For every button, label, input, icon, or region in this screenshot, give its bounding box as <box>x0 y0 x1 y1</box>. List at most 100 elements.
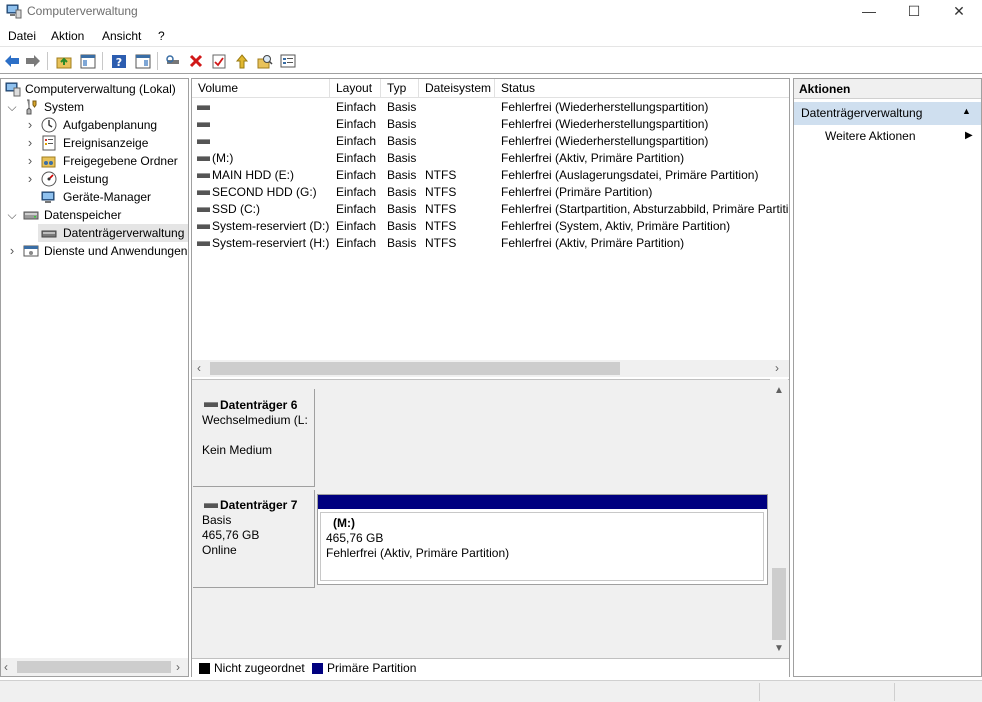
volume-row[interactable]: MAIN HDD (E:) Einfach Basis NTFS Fehlerfrei … <box>192 167 789 184</box>
tree-item[interactable]: › Leistung <box>1 170 188 188</box>
chevron-right-icon[interactable]: › <box>25 170 35 188</box>
collapse-up-arrow-icon[interactable]: ▲ <box>962 106 971 116</box>
tree-item[interactable]: Computerverwaltung (Lokal) <box>1 80 188 98</box>
volume-row[interactable]: Einfach Basis Fehlerfrei (Wiederherstellun… <box>192 116 789 133</box>
search-folder-icon[interactable] <box>255 51 275 71</box>
chevron-right-icon[interactable]: › <box>7 242 17 260</box>
scroll-right-arrow-icon[interactable]: › <box>176 660 180 674</box>
volume-row[interactable]: System-reserviert (H:) Einfach Basis NTFS Fe… <box>192 235 789 252</box>
disk-6-label-box[interactable]: Datenträger 6 Wechselmedium (L: Kein Med… <box>193 389 315 487</box>
delete-icon[interactable] <box>186 51 206 71</box>
volume-cell-typ: Basis <box>387 202 417 216</box>
actions-section-header[interactable]: Datenträgerverwaltung ▲ <box>794 102 981 125</box>
up-folder-icon[interactable] <box>54 51 74 71</box>
close-button[interactable]: ✕ <box>936 0 982 24</box>
scroll-left-arrow-icon[interactable]: ‹ <box>4 660 8 674</box>
volume-cell-layout: Einfach <box>336 117 377 131</box>
volume-cell-fs: NTFS <box>425 219 457 233</box>
volume-cell-layout: Einfach <box>336 185 377 199</box>
tree-item[interactable]: › Dienste und Anwendungen <box>1 242 188 260</box>
view-details-icon[interactable] <box>278 51 298 71</box>
tree-item-label: Ereignisanzeige <box>63 136 149 150</box>
tree-item-label: Freigegebene Ordner <box>63 154 178 168</box>
tree-item[interactable]: › Aufgabenplanung <box>1 116 188 134</box>
disk-7-label-box[interactable]: Datenträger 7 Basis 465,76 GB Online <box>193 490 315 588</box>
menu-datei[interactable]: Datei <box>8 28 36 44</box>
forward-arrow-icon[interactable] <box>23 51 43 71</box>
chevron-right-icon[interactable]: › <box>25 116 35 134</box>
tree-horizontal-scrollbar[interactable]: ‹ › <box>1 658 188 676</box>
tree-item-label: Geräte-Manager <box>63 190 152 204</box>
legend-swatch-primary <box>312 663 323 674</box>
volume-row[interactable]: SECOND HDD (G:) Einfach Basis NTFS Fehlerfre… <box>192 184 789 201</box>
volume-cell-fs: NTFS <box>425 168 457 182</box>
menu-ansicht[interactable]: Ansicht <box>102 28 141 44</box>
partition-m-box[interactable]: (M:) 465,76 GB Fehlerfrei (Aktiv, Primär… <box>317 494 768 585</box>
scroll-right-arrow-icon[interactable]: › <box>775 361 779 375</box>
tree-item[interactable]: › Freigegebene Ordner <box>1 152 188 170</box>
export-folder-up-icon[interactable] <box>232 51 252 71</box>
help-icon[interactable]: ? <box>109 51 129 71</box>
toolbar-separator <box>102 52 103 70</box>
properties-checklist-icon[interactable] <box>209 51 229 71</box>
volume-cell-layout: Einfach <box>336 236 377 250</box>
minimize-button[interactable]: — <box>846 0 892 24</box>
column-header-dateisystem[interactable]: Dateisystem <box>419 79 495 98</box>
volume-cell-typ: Basis <box>387 151 417 165</box>
volume-row[interactable]: SSD (C:) Einfach Basis NTFS Fehlerfrei (Star… <box>192 201 789 218</box>
disk-view-scroll-thumb[interactable] <box>772 568 786 640</box>
submenu-arrow-icon: ▶ <box>965 130 973 141</box>
tree-item[interactable]: ⌵ Datenspeicher <box>1 206 188 224</box>
storage-icon <box>23 211 39 220</box>
volume-cell-layout: Einfach <box>336 100 377 114</box>
chevron-right-icon[interactable]: › <box>25 134 35 152</box>
tree-item[interactable]: › Ereignisanzeige <box>1 134 188 152</box>
chevron-right-icon[interactable]: › <box>25 152 35 170</box>
back-arrow-icon[interactable] <box>2 51 22 71</box>
show-hide-tree-icon[interactable] <box>78 51 98 71</box>
volume-list-horizontal-scrollbar[interactable]: ‹ › <box>192 360 789 377</box>
actions-title: Aktionen <box>794 79 981 99</box>
volume-cell-layout: Einfach <box>336 151 377 165</box>
volume-list-scroll-thumb[interactable] <box>210 362 620 375</box>
tree-item[interactable]: Geräte-Manager <box>1 188 188 206</box>
volume-cell-typ: Basis <box>387 185 417 199</box>
column-header-volume[interactable]: Volume <box>192 79 330 98</box>
scroll-up-arrow-icon[interactable]: ▲ <box>774 385 784 396</box>
tree-item[interactable]: Datenträgerverwaltung <box>38 224 188 242</box>
volume-row[interactable]: Einfach Basis Fehlerfrei (Wiederherstellun… <box>192 99 789 116</box>
menu-help[interactable]: ? <box>158 28 165 44</box>
column-header-typ[interactable]: Typ <box>381 79 419 98</box>
scroll-left-arrow-icon[interactable]: ‹ <box>197 361 201 375</box>
chevron-down-icon[interactable]: ⌵ <box>7 98 17 116</box>
disk-7-size: 465,76 GB <box>202 528 260 542</box>
partition-m-content: (M:) 465,76 GB Fehlerfrei (Aktiv, Primär… <box>320 512 764 581</box>
volume-row[interactable]: Einfach Basis Fehlerfrei (Wiederherstellun… <box>192 133 789 150</box>
volume-cell-typ: Basis <box>387 117 417 131</box>
tree-item[interactable]: ⌵ System <box>1 98 188 116</box>
volume-cell-volume: SSD (C:) <box>212 202 260 216</box>
volume-row[interactable]: System-reserviert (D:) Einfach Basis NTFS Fe… <box>192 218 789 235</box>
volume-cell-layout: Einfach <box>336 168 377 182</box>
disk-icon <box>204 402 218 407</box>
volume-row[interactable]: (M:) Einfach Basis Fehlerfrei (Aktiv, Primä… <box>192 150 789 167</box>
more-actions-item[interactable]: Weitere Aktionen ▶ <box>794 129 981 147</box>
shared-folders-icon <box>41 156 56 168</box>
show-hide-action-pane-icon[interactable] <box>133 51 153 71</box>
scroll-down-arrow-icon[interactable]: ▼ <box>774 643 784 654</box>
volume-icon <box>197 224 210 229</box>
computer-management-app-icon <box>6 4 22 19</box>
chevron-down-icon[interactable]: ⌵ <box>7 206 17 224</box>
column-header-status[interactable]: Status <box>495 79 789 98</box>
disk-view-vertical-scrollbar[interactable]: ▲ ▼ <box>770 379 788 658</box>
connect-drive-icon[interactable] <box>163 51 183 71</box>
volume-icon <box>197 156 210 161</box>
column-header-layout[interactable]: Layout <box>330 79 381 98</box>
volume-cell-status: Fehlerfrei (System, Aktiv, Primäre Parti… <box>501 219 731 233</box>
disk-7-type: Basis <box>202 513 232 527</box>
menu-aktion[interactable]: Aktion <box>51 28 84 44</box>
tree-scroll-thumb[interactable] <box>17 661 171 673</box>
volume-cell-volume: System-reserviert (D:) <box>212 219 330 233</box>
maximize-button[interactable]: ☐ <box>891 0 937 24</box>
toolbar: ? <box>0 48 982 74</box>
